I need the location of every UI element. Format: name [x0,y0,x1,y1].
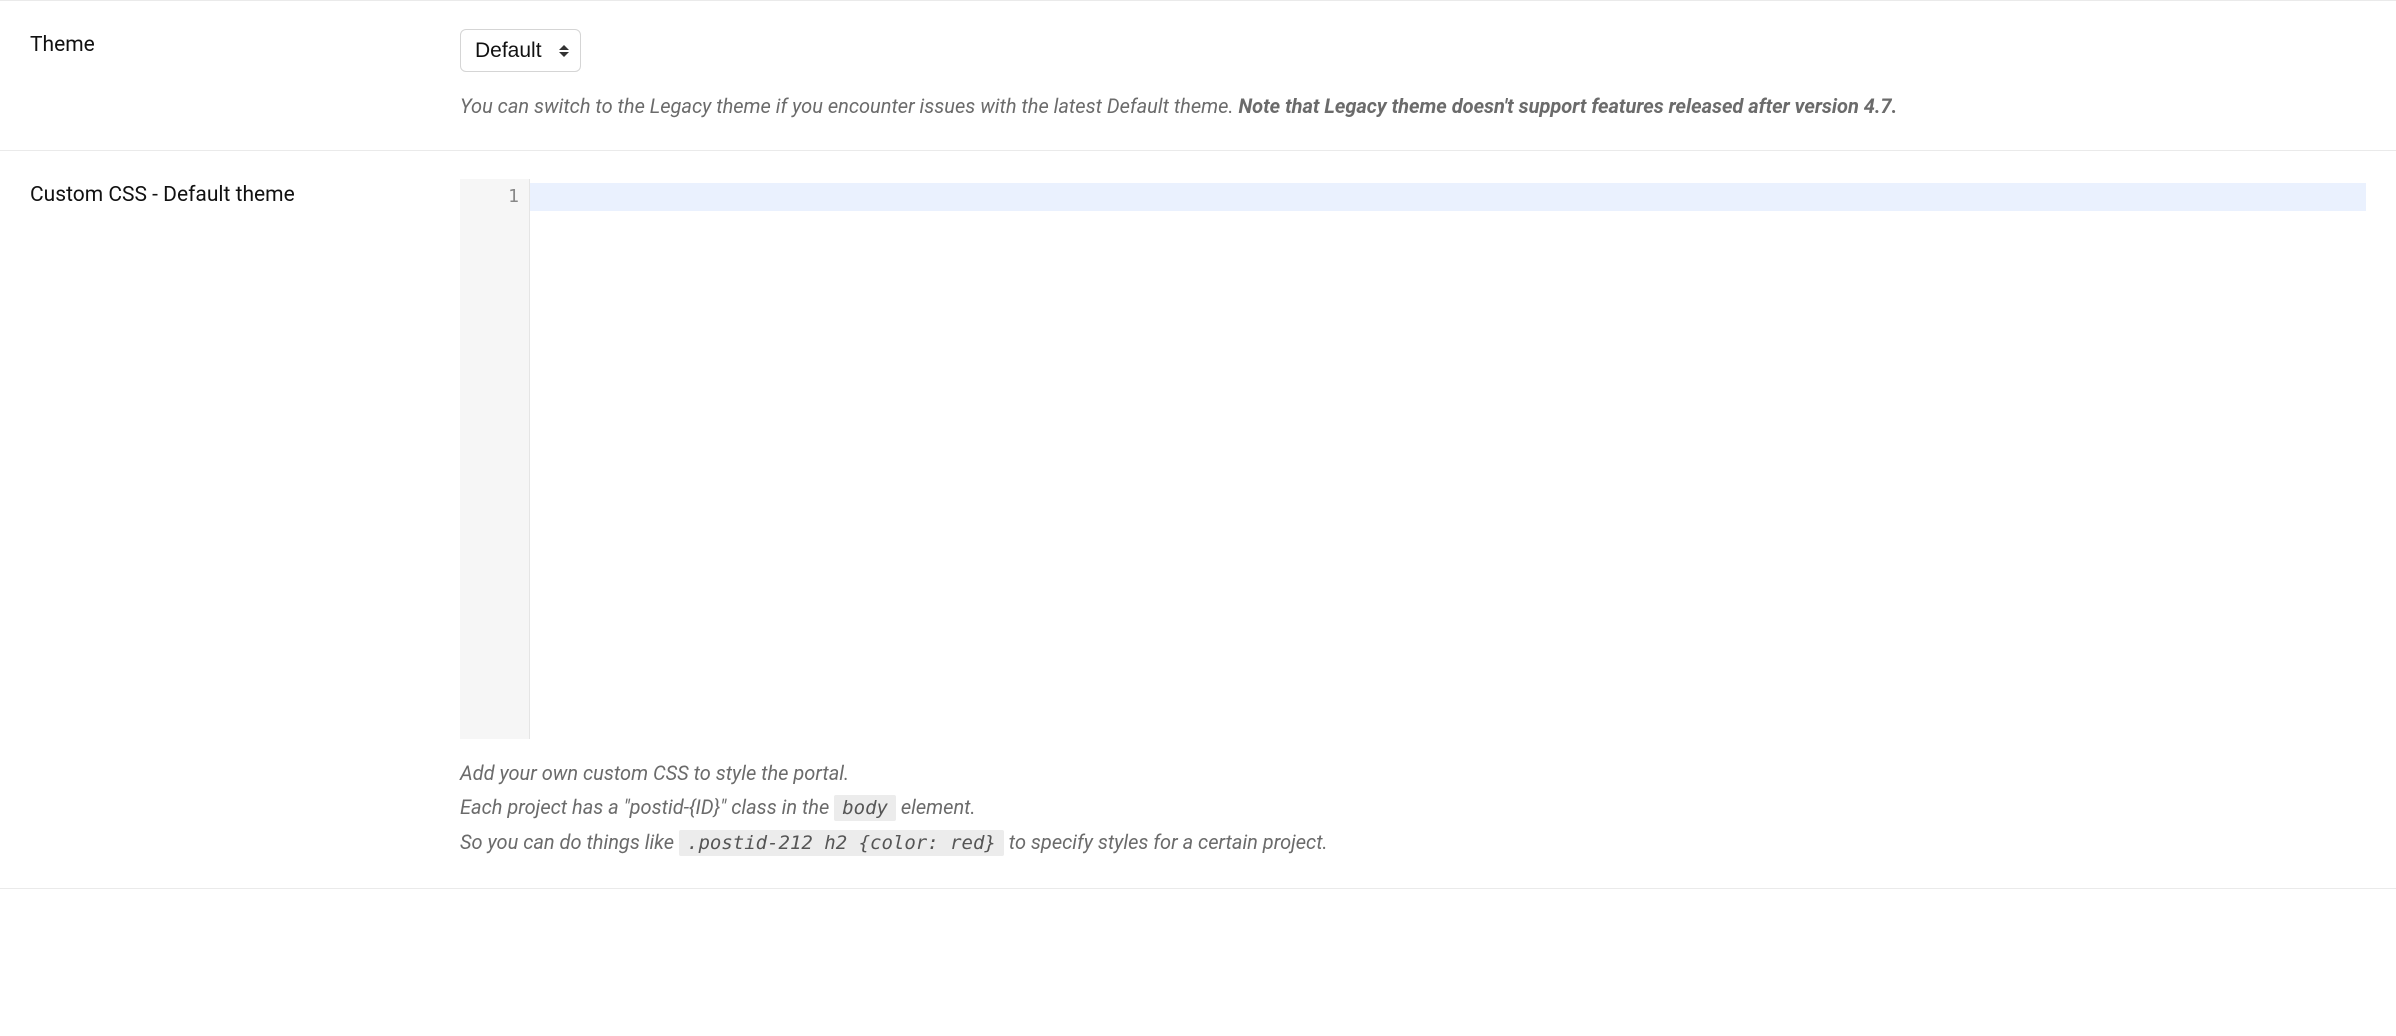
css-editor: 1 [460,179,2366,739]
css-code-input[interactable] [530,179,2366,739]
editor-code-area [530,179,2366,739]
css-help-text: Add your own custom CSS to style the por… [460,757,2366,858]
line-number: 1 [464,183,519,211]
css-help-line2-post: element. [896,795,976,819]
body-code: body [834,795,896,821]
css-help-line3-pre: So you can do things like [460,830,679,854]
theme-label: Theme [30,29,460,57]
css-help-line2-pre: Each project has a "postid-{ID}" class i… [460,795,834,819]
theme-help-text: You can switch to the Legacy theme if yo… [460,90,2366,122]
theme-select-wrap: Default [460,29,581,72]
theme-row: Theme Default You can switch to the Lega… [0,0,2396,150]
editor-gutter: 1 [460,179,530,739]
theme-help-strong: Note that Legacy theme doesn't support f… [1238,94,1897,118]
theme-help-plain: You can switch to the Legacy theme if yo… [460,94,1238,118]
css-help-line2: Each project has a "postid-{ID}" class i… [460,791,2366,823]
css-help-line1: Add your own custom CSS to style the por… [460,757,2366,789]
css-help-line3: So you can do things like .postid-212 h2… [460,826,2366,858]
custom-css-row: Custom CSS - Default theme 1 Add your ow… [0,150,2396,888]
example-code: .postid-212 h2 {color: red} [679,830,1004,856]
theme-select[interactable]: Default [460,29,581,72]
css-help-line3-post: to specify styles for a certain project. [1004,830,1328,854]
custom-css-label: Custom CSS - Default theme [30,179,460,207]
